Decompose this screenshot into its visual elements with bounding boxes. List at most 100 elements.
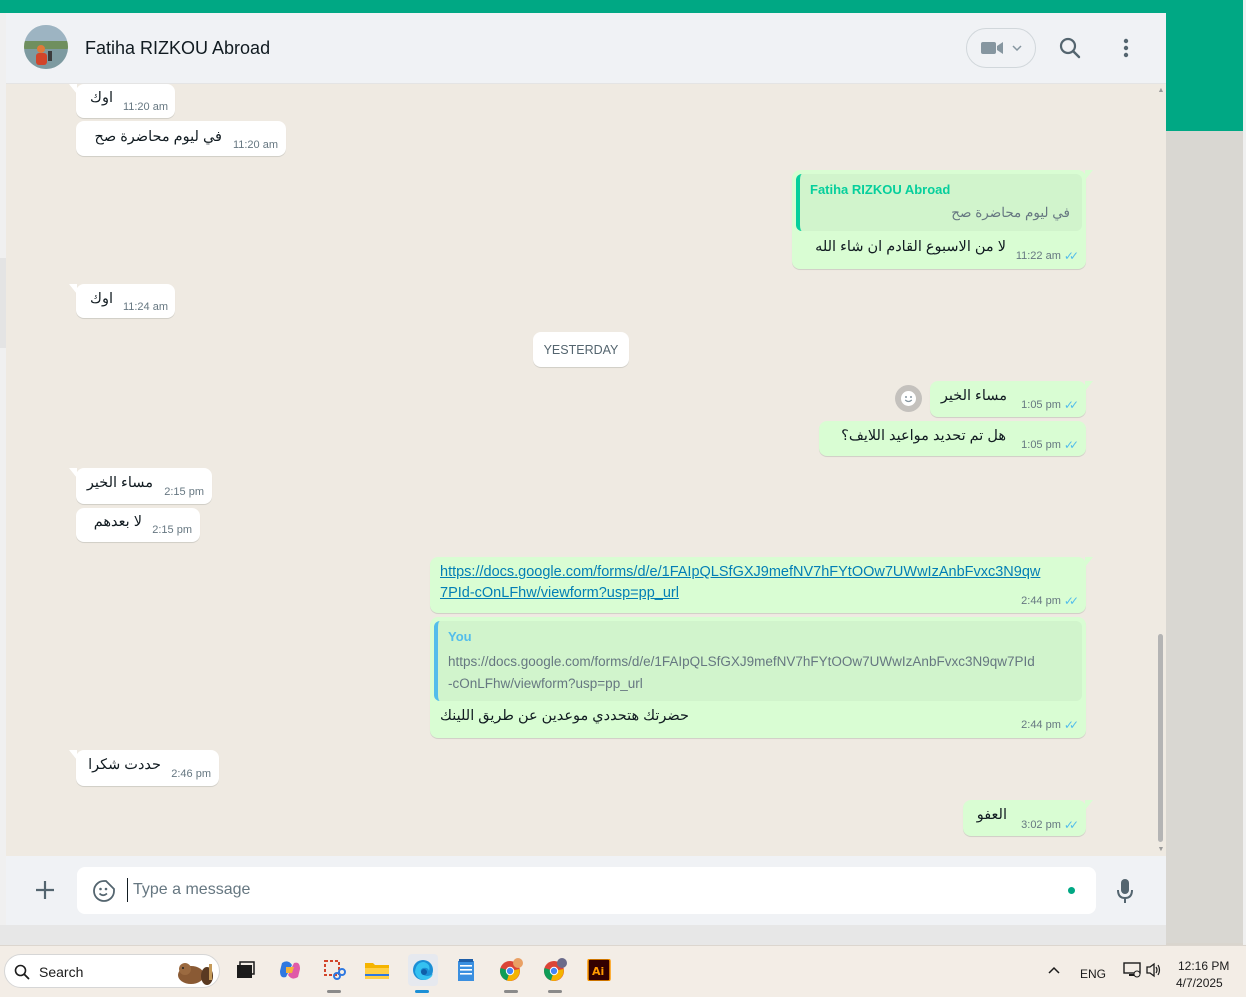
svg-text:Ai: Ai [592,965,604,978]
taskbar-chrome-profile-2[interactable] [541,956,569,984]
search-icon [1059,37,1081,59]
menu-button[interactable] [1114,34,1138,62]
voice-message-button[interactable] [1112,877,1138,905]
outgoing-message[interactable]: مساء الخير 1:05 pm ✓✓ [930,381,1093,417]
task-view-icon [237,961,255,978]
notepad-icon [458,959,474,981]
contact-name[interactable]: Fatiha RIZKOU Abroad [85,38,270,59]
taskbar-notepad[interactable] [452,956,480,984]
vertical-dots-icon [1123,38,1129,58]
message-text: مساء الخير [86,475,153,491]
taskbar-edge[interactable] [408,954,438,986]
taskbar-illustrator[interactable]: Ai [585,956,613,984]
clock-date[interactable]: 4/7/2025 [1176,976,1223,990]
illustrator-icon: Ai [587,959,611,981]
message-text: حضرتك هتحددي موعدين عن طريق اللينك [440,708,689,724]
react-button[interactable] [895,385,922,412]
chat-header: Fatiha RIZKOU Abroad [6,13,1166,84]
edge-browser-icon [413,960,433,980]
message-time: 11:24 am [122,301,168,313]
smiley-icon [901,391,916,406]
taskbar-copilot[interactable] [276,956,304,984]
outgoing-message[interactable]: https://docs.google.com/forms/d/e/1FAIpQ… [430,557,1093,613]
incoming-message[interactable]: اوك 11:24 am [69,284,175,318]
chat-window: Fatiha RIZKOU Abroad اوك 11:20 am في ليو… [6,13,1166,925]
message-list[interactable]: اوك 11:20 am في ليوم محاضرة صح 11:20 am … [6,84,1166,856]
incoming-message[interactable]: مساء الخير 2:15 pm [69,468,212,504]
scroll-down-arrow-icon[interactable]: ▼ [1156,846,1166,854]
beaver-illustration-icon [178,963,213,985]
chevron-up-icon [1048,966,1060,974]
video-camera-icon [981,42,1003,54]
taskbar-task-view[interactable] [231,956,259,984]
message-text: في ليوم محاضرة صح [94,129,223,145]
message-text: العفو [976,807,1007,823]
date-separator: YESTERDAY [533,332,629,367]
incoming-message[interactable]: حددت شكرا 2:46 pm [69,750,219,786]
windows-taskbar: Search Ai ENG 12:16 PM 4/7/2025 [0,945,1246,997]
outgoing-message[interactable]: Fatiha RIZKOU Abroad في ليوم محاضرة صح ل… [792,170,1093,269]
taskbar-file-explorer[interactable] [363,956,391,984]
scrollbar-thumb[interactable] [1158,634,1163,842]
search-chat-button[interactable] [1056,34,1084,62]
message-time: 11:20 am [232,139,278,151]
outgoing-message[interactable]: هل تم تحديد مواعيد اللايف؟ 1:05 pm ✓✓ [819,421,1086,456]
snipping-tool-icon [324,960,346,980]
clock-time[interactable]: 12:16 PM [1178,959,1229,973]
message-time: 1:05 pm ✓✓ [1021,398,1079,412]
incoming-message[interactable]: اوك 11:20 am [69,84,175,118]
quoted-message[interactable]: You https://docs.google.com/forms/d/e/1F… [434,621,1082,701]
active-indicator [415,990,429,993]
message-text: لا بعدهم [93,514,142,530]
chevron-down-icon [1012,45,1022,51]
folder-icon [365,963,389,979]
plus-icon [36,881,54,899]
speaker-icon [1146,962,1161,978]
outgoing-message[interactable]: You https://docs.google.com/forms/d/e/1F… [430,617,1086,738]
message-text: لا من الاسبوع القادم ان شاء الله [815,239,1006,255]
taskbar-snipping-tool[interactable] [320,956,348,984]
message-input[interactable]: Type a message [133,881,250,899]
scroll-up-arrow-icon[interactable]: ▲ [1156,87,1166,95]
status-dot [1068,887,1075,894]
contact-avatar[interactable] [24,25,68,69]
incoming-message[interactable]: لا بعدهم 2:15 pm [76,508,200,542]
outgoing-message[interactable]: العفو 3:02 pm ✓✓ [963,800,1093,836]
message-text: مساء الخير [940,388,1007,404]
taskbar-chrome-profile-1[interactable] [497,956,525,984]
window-top-band [0,0,1246,13]
read-ticks-icon: ✓✓ [1063,718,1079,732]
quote-author: Fatiha RIZKOU Abroad [810,182,951,197]
search-icon [14,964,30,980]
message-text: حددت شكرا [88,757,161,773]
message-input-box[interactable]: Type a message [77,867,1096,914]
quote-text: في ليوم محاضرة صح [951,205,1070,220]
taskbar-search-label: Search [39,964,84,980]
volume-control[interactable] [1140,956,1168,984]
tray-overflow-button[interactable] [1040,956,1068,984]
network-icon [1123,962,1141,978]
attach-button[interactable] [32,877,58,903]
input-language[interactable]: ENG [1080,967,1106,981]
desktop-background [0,925,1166,945]
message-composer: Type a message [6,856,1166,925]
video-call-button[interactable] [966,28,1036,68]
message-time: 1:05 pm ✓✓ [1021,438,1079,452]
message-time: 2:44 pm ✓✓ [1021,718,1079,732]
chrome-icon [544,958,567,981]
quote-author: You [448,629,472,644]
quoted-message[interactable]: Fatiha RIZKOU Abroad في ليوم محاضرة صح [796,174,1082,231]
message-time: 11:20 am [122,101,168,113]
emoji-sticker-button[interactable] [91,878,117,904]
form-link-continued[interactable]: 7PId-cOnLFhw/viewform?usp=pp_url [440,585,679,601]
sticker-emoji-icon [93,880,115,902]
read-ticks-icon: ✓✓ [1063,398,1079,412]
background-green-panel [1166,13,1243,131]
running-indicator [548,990,562,993]
message-time: 2:15 pm [152,524,192,536]
message-text: اوك [90,291,113,307]
taskbar-search-box[interactable]: Search [4,954,220,988]
message-time: 2:15 pm [164,486,204,498]
form-link[interactable]: https://docs.google.com/forms/d/e/1FAIpQ… [440,564,1040,580]
incoming-message[interactable]: في ليوم محاضرة صح 11:20 am [76,121,286,156]
